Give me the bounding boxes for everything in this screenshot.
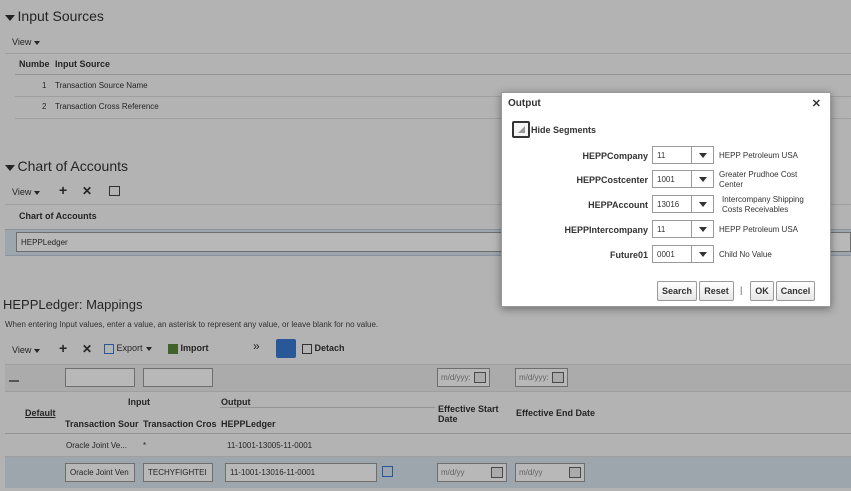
output-dialog: Output ✕ Hide Segments HEPPCompany 11 HE… [501, 92, 831, 307]
dropdown-arrow-icon[interactable] [691, 246, 713, 262]
search-button[interactable]: Search [657, 281, 697, 301]
ok-button[interactable]: OK [750, 281, 774, 301]
segment-select-future01[interactable]: 0001 [652, 245, 714, 263]
segment-value: 13016 [657, 200, 680, 209]
segment-value: 1001 [657, 175, 675, 184]
segment-description: HEPP Petroleum USA [719, 151, 798, 160]
dropdown-arrow-icon[interactable] [691, 171, 713, 187]
expand-triangle-icon [518, 126, 525, 133]
reset-button[interactable]: Reset [699, 281, 734, 301]
segment-description: Intercompany Shipping Costs Receivables [722, 195, 804, 214]
segment-select-company[interactable]: 11 [652, 146, 714, 164]
cancel-button[interactable]: Cancel [776, 281, 815, 301]
dropdown-arrow-icon[interactable] [691, 196, 713, 212]
segment-label: Future01 [609, 250, 648, 260]
segment-description: HEPP Petroleum USA [719, 225, 798, 234]
dialog-title: Output [508, 98, 541, 109]
hide-segments-toggle[interactable] [512, 121, 530, 138]
segment-select-intercompany[interactable]: 11 [652, 220, 714, 238]
segment-label: HEPPCompany [582, 151, 648, 161]
close-icon[interactable]: ✕ [812, 97, 821, 110]
segment-value: 0001 [657, 250, 675, 259]
button-separator: | [740, 285, 743, 295]
dropdown-arrow-icon[interactable] [691, 221, 713, 237]
segment-select-account[interactable]: 13016 [652, 195, 714, 213]
segment-value: 11 [657, 151, 666, 160]
segment-label: HEPPAccount [588, 200, 648, 210]
dropdown-arrow-icon[interactable] [691, 147, 713, 163]
segment-value: 11 [657, 225, 666, 234]
segment-description: Greater Prudhoe Cost Center [719, 170, 798, 189]
segment-description: Child No Value [719, 250, 772, 259]
segment-select-costcenter[interactable]: 1001 [652, 170, 714, 188]
segment-label: HEPPIntercompany [564, 225, 648, 235]
hide-segments-label[interactable]: Hide Segments [531, 125, 596, 135]
segment-label: HEPPCostcenter [576, 175, 648, 185]
